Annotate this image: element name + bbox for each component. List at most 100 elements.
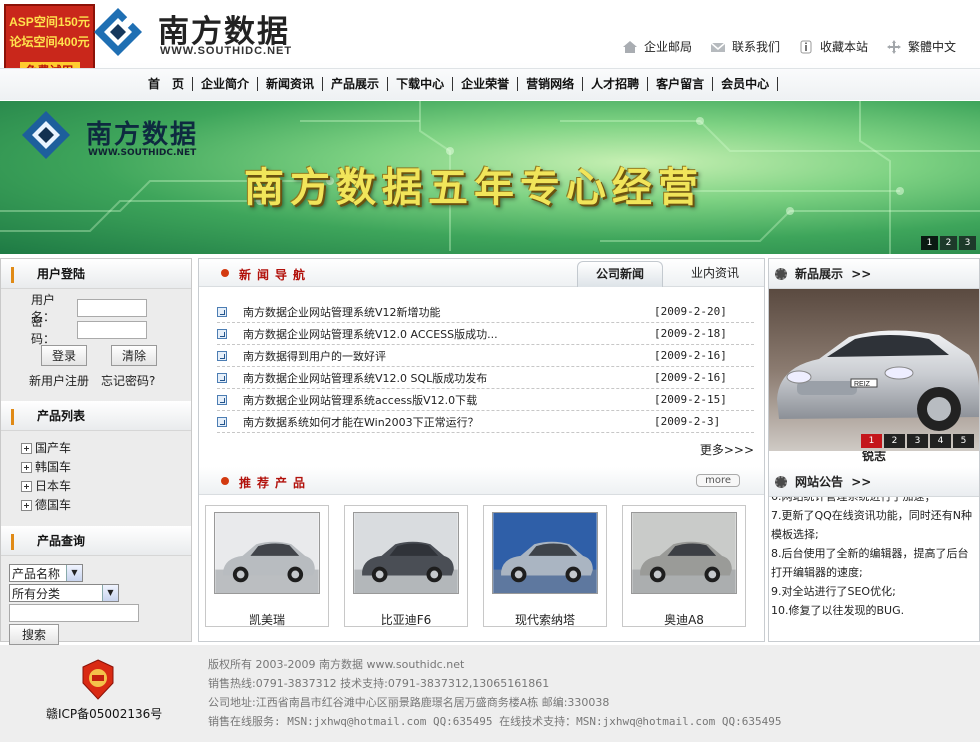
- car-page-5[interactable]: 5: [953, 434, 974, 448]
- new-product-slideshow[interactable]: REIZ 1 2 3 4 5: [769, 289, 979, 451]
- car-page-2[interactable]: 2: [884, 434, 905, 448]
- news-item[interactable]: 南方数据企业网站管理系统access版V12.0下载 [2009-2-15]: [217, 389, 754, 411]
- news-more-link[interactable]: 更多>>>: [700, 441, 754, 458]
- nav-members[interactable]: 会员中心: [713, 77, 779, 91]
- top-link-label: 繁體中文: [907, 40, 956, 54]
- notice-item: 6.网站统计管理系统进行了加速；: [771, 497, 977, 506]
- notice-more[interactable]: >>: [851, 475, 871, 489]
- news-item-date: [2009-2-15]: [654, 393, 727, 406]
- recommended-products: 凯美瑞 比亚迪F6 现代索纳塔 奥迪A8: [205, 505, 746, 627]
- product-name[interactable]: 凯美瑞: [210, 611, 324, 628]
- search-button[interactable]: 搜索: [9, 624, 60, 645]
- product-name[interactable]: 奥迪A8: [627, 611, 741, 628]
- search-field-select[interactable]: 产品名称 ▼: [9, 564, 83, 582]
- top-link-contact[interactable]: 联系我们: [710, 38, 780, 55]
- product-list-title: 产品列表: [37, 409, 86, 423]
- tree-item-german[interactable]: 德国车: [21, 496, 191, 515]
- product-card[interactable]: 奥迪A8: [622, 505, 746, 627]
- expand-icon[interactable]: [21, 462, 32, 473]
- product-name[interactable]: 现代索纳塔: [488, 611, 602, 628]
- news-item[interactable]: 南方数据得到用户的一致好评 [2009-2-16]: [217, 345, 754, 367]
- tree-item-korean[interactable]: 韩国车: [21, 458, 191, 477]
- tab-industry-news[interactable]: 业内资讯: [673, 261, 757, 287]
- thumb-hub: [430, 570, 439, 579]
- site-logo-url: WWW.SOUTHIDC.NET: [160, 45, 293, 57]
- login-links: 新用户注册 忘记密码?: [1, 372, 191, 389]
- username-input[interactable]: [77, 299, 147, 317]
- expand-icon[interactable]: [21, 500, 32, 511]
- new-products-more[interactable]: >>: [851, 267, 871, 281]
- nav-home[interactable]: 首 页: [140, 77, 194, 91]
- nav-products[interactable]: 产品展示: [323, 77, 389, 91]
- login-button[interactable]: 登录: [41, 345, 88, 366]
- new-products-header: 新品展示 >>: [769, 259, 979, 289]
- move-icon: [886, 39, 901, 54]
- tree-item-japanese[interactable]: 日本车: [21, 477, 191, 496]
- car-page-1[interactable]: 1: [861, 434, 882, 448]
- news-item[interactable]: 南方数据企业网站管理系统V12.0 ACCESS版成功... [2009-2-18…: [217, 323, 754, 345]
- clear-button[interactable]: 清除: [111, 345, 158, 366]
- product-image[interactable]: [214, 512, 320, 594]
- nav-guestbook[interactable]: 客户留言: [648, 77, 714, 91]
- news-item-date: [2009-2-20]: [654, 305, 727, 318]
- news-item-title[interactable]: 南方数据企业网站管理系统access版V12.0下载: [243, 392, 654, 408]
- icp-number[interactable]: 赣ICP备05002136号: [46, 705, 162, 722]
- news-item-title[interactable]: 南方数据企业网站管理系统V12.0 SQL版成功发布: [243, 370, 654, 386]
- arrow-bullet-icon: [217, 372, 227, 383]
- nav-jobs[interactable]: 人才招聘: [583, 77, 649, 91]
- banner-page-3[interactable]: 3: [959, 236, 976, 250]
- banner-slogan: 南方数据五年专心经营: [244, 164, 704, 211]
- top-link-traditional[interactable]: 繁體中文: [886, 38, 956, 55]
- top-link-mail-office[interactable]: 企业邮局: [622, 38, 692, 55]
- nav-news[interactable]: 新闻资讯: [258, 77, 324, 91]
- police-badge-icon[interactable]: [80, 659, 116, 701]
- news-item-title[interactable]: 南方数据企业网站管理系统V12新增功能: [243, 304, 654, 320]
- top-link-bookmark[interactable]: 收藏本站: [798, 38, 868, 55]
- news-item-title[interactable]: 南方数据企业网站管理系统V12.0 ACCESS版成功...: [243, 326, 654, 342]
- product-image[interactable]: [631, 512, 737, 594]
- category-select[interactable]: 所有分类 ▼: [9, 584, 119, 602]
- hero-banner[interactable]: 南方数据 WWW.SOUTHIDC.NET 南方数据五年专心经营 1 2 3: [0, 101, 980, 254]
- tree-item-domestic[interactable]: 国产车: [21, 439, 191, 458]
- news-item[interactable]: 南方数据企业网站管理系统V12新增功能 [2009-2-20]: [217, 301, 754, 323]
- forgot-password-link[interactable]: 忘记密码?: [101, 372, 155, 389]
- nav-honors[interactable]: 企业荣誉: [453, 77, 519, 91]
- nav-about[interactable]: 企业简介: [193, 77, 259, 91]
- featured-car-name[interactable]: 锐志: [769, 449, 979, 467]
- thumb-hub: [708, 570, 717, 579]
- news-item-date: [2009-2-18]: [654, 327, 727, 340]
- product-image[interactable]: [492, 512, 598, 594]
- news-item-title[interactable]: 南方数据得到用户的一致好评: [243, 348, 654, 364]
- product-name[interactable]: 比亚迪F6: [349, 611, 463, 628]
- car-page-3[interactable]: 3: [907, 434, 928, 448]
- expand-icon[interactable]: [21, 481, 32, 492]
- news-item[interactable]: 南方数据企业网站管理系统V12.0 SQL版成功发布 [2009-2-16]: [217, 367, 754, 389]
- product-card[interactable]: 凯美瑞: [205, 505, 329, 627]
- online-service: 销售在线服务: MSN:jxhwq@hotmail.com QQ:635495 …: [208, 715, 782, 728]
- mail-icon: [710, 41, 726, 52]
- banner-page-1[interactable]: 1: [921, 236, 938, 250]
- expand-icon[interactable]: [21, 443, 32, 454]
- register-link[interactable]: 新用户注册: [29, 372, 89, 389]
- banner-page-2[interactable]: 2: [940, 236, 957, 250]
- gear-icon: [775, 268, 787, 280]
- product-card[interactable]: 比亚迪F6: [344, 505, 468, 627]
- thumb-hub: [236, 570, 245, 579]
- car-page-4[interactable]: 4: [930, 434, 951, 448]
- featured-car-image[interactable]: REIZ: [769, 289, 979, 451]
- category-value: 所有分类: [12, 586, 61, 601]
- recommend-more-button[interactable]: more: [696, 474, 740, 487]
- password-input[interactable]: [77, 321, 147, 339]
- tab-company-news[interactable]: 公司新闻: [577, 261, 664, 287]
- login-buttons: 登录 清除: [1, 345, 191, 366]
- news-item[interactable]: 南方数据系统如何才能在Win2003下正常运行？ [2009-2-3]: [217, 411, 754, 433]
- news-item-title[interactable]: 南方数据系统如何才能在Win2003下正常运行？: [243, 414, 654, 430]
- main-nav-bar: 首 页 企业简介 新闻资讯 产品展示 下载中心 企业荣誉 营销网络 人才招聘 客…: [0, 68, 980, 100]
- nav-network[interactable]: 营销网络: [518, 77, 584, 91]
- product-image[interactable]: [353, 512, 459, 594]
- thumb-hub: [653, 570, 662, 579]
- news-header: 新闻导航 公司新闻 业内资讯: [199, 259, 764, 287]
- nav-downloads[interactable]: 下载中心: [388, 77, 454, 91]
- product-card[interactable]: 现代索纳塔: [483, 505, 607, 627]
- search-keyword-input[interactable]: [9, 604, 139, 622]
